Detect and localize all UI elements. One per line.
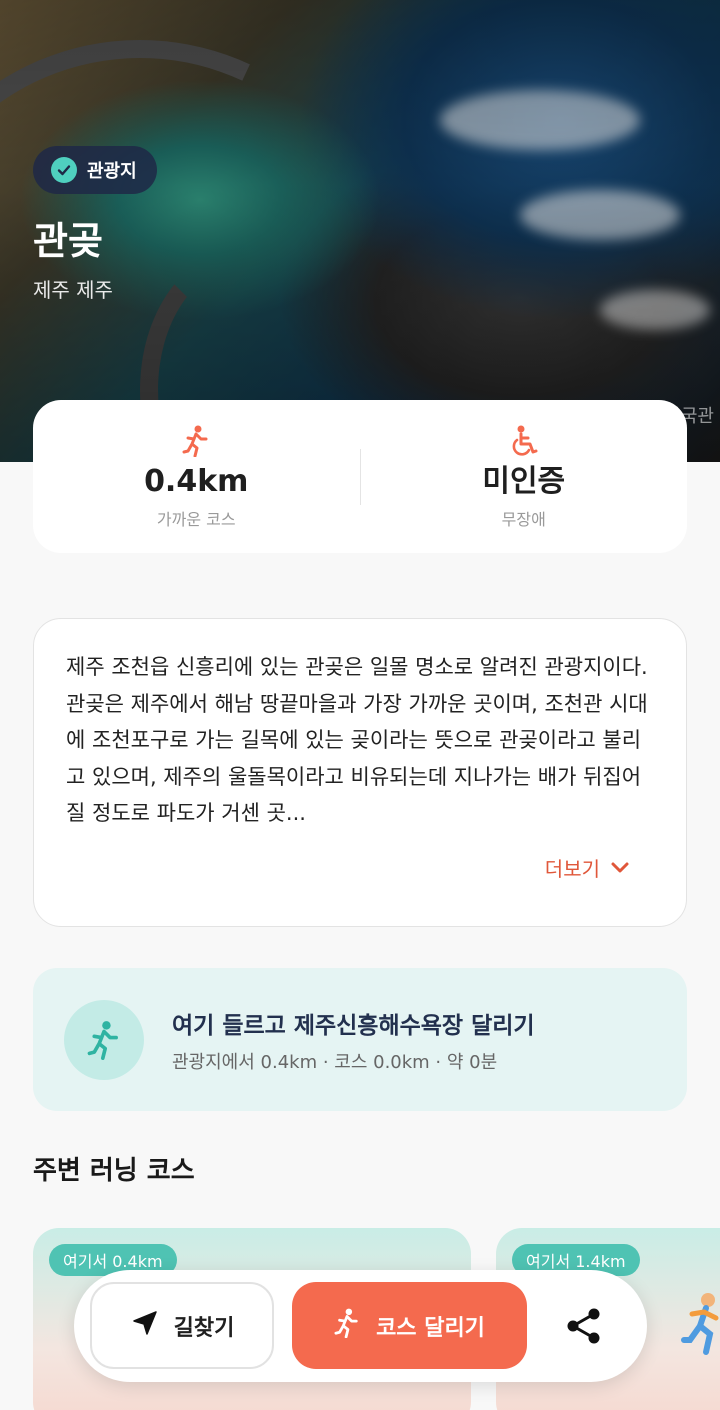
stat-accessibility[interactable]: 미인증 무장애 xyxy=(361,424,688,530)
running-person-icon xyxy=(64,999,144,1080)
walking-person-icon xyxy=(182,424,210,458)
category-badge: 관광지 xyxy=(33,146,157,194)
bottom-action-bar: 길찾기 코스 달리기 xyxy=(74,1270,647,1382)
banner-title: 여기 들르고 제주신흥해수욕장 달리기 xyxy=(172,1012,535,1039)
place-region: 제주 제주 xyxy=(33,278,113,302)
stat-value: 0.4km xyxy=(144,463,249,499)
navigation-arrow-icon xyxy=(130,1308,160,1344)
chevron-down-icon xyxy=(610,856,630,880)
runner-illustration-icon xyxy=(680,1290,720,1360)
run-course-button[interactable]: 코스 달리기 xyxy=(292,1282,527,1369)
running-person-icon xyxy=(334,1308,360,1344)
place-title: 관곶 xyxy=(33,219,103,263)
stat-label: 무장애 xyxy=(501,509,546,529)
wheelchair-icon xyxy=(510,424,538,458)
section-title-nearby-courses: 주변 러닝 코스 xyxy=(33,1156,195,1186)
more-button-label: 더보기 xyxy=(544,857,600,881)
banner-subtitle: 관광지에서 0.4km · 코스 0.0km · 약 0분 xyxy=(172,1051,498,1073)
description-card: 제주 조천읍 신흥리에 있는 관곶은 일몰 명소로 알려진 관광지이다. 관곶은… xyxy=(33,618,687,927)
hero-overlay xyxy=(0,0,720,462)
category-badge-label: 관광지 xyxy=(87,161,137,182)
description-text: 제주 조천읍 신흥리에 있는 관곶은 일몰 명소로 알려진 관광지이다. 관곶은… xyxy=(66,655,648,825)
stats-card: 0.4km 가까운 코스 미인증 무장애 xyxy=(33,400,687,553)
verified-check-icon xyxy=(51,157,77,183)
navigate-button[interactable]: 길찾기 xyxy=(90,1282,274,1369)
navigate-button-label: 길찾기 xyxy=(173,1315,235,1341)
run-suggestion-banner[interactable]: 여기 들르고 제주신흥해수욕장 달리기 관광지에서 0.4km · 코스 0.0… xyxy=(33,968,687,1111)
run-course-button-label: 코스 달리기 xyxy=(376,1315,485,1341)
hero-image: 한국관 xyxy=(0,0,720,462)
share-icon[interactable] xyxy=(556,1298,612,1354)
stat-nearest-course[interactable]: 0.4km 가까운 코스 xyxy=(33,424,360,530)
stat-label: 가까운 코스 xyxy=(156,509,236,529)
stat-value: 미인증 xyxy=(482,463,566,499)
more-button[interactable]: 더보기 xyxy=(545,853,630,882)
